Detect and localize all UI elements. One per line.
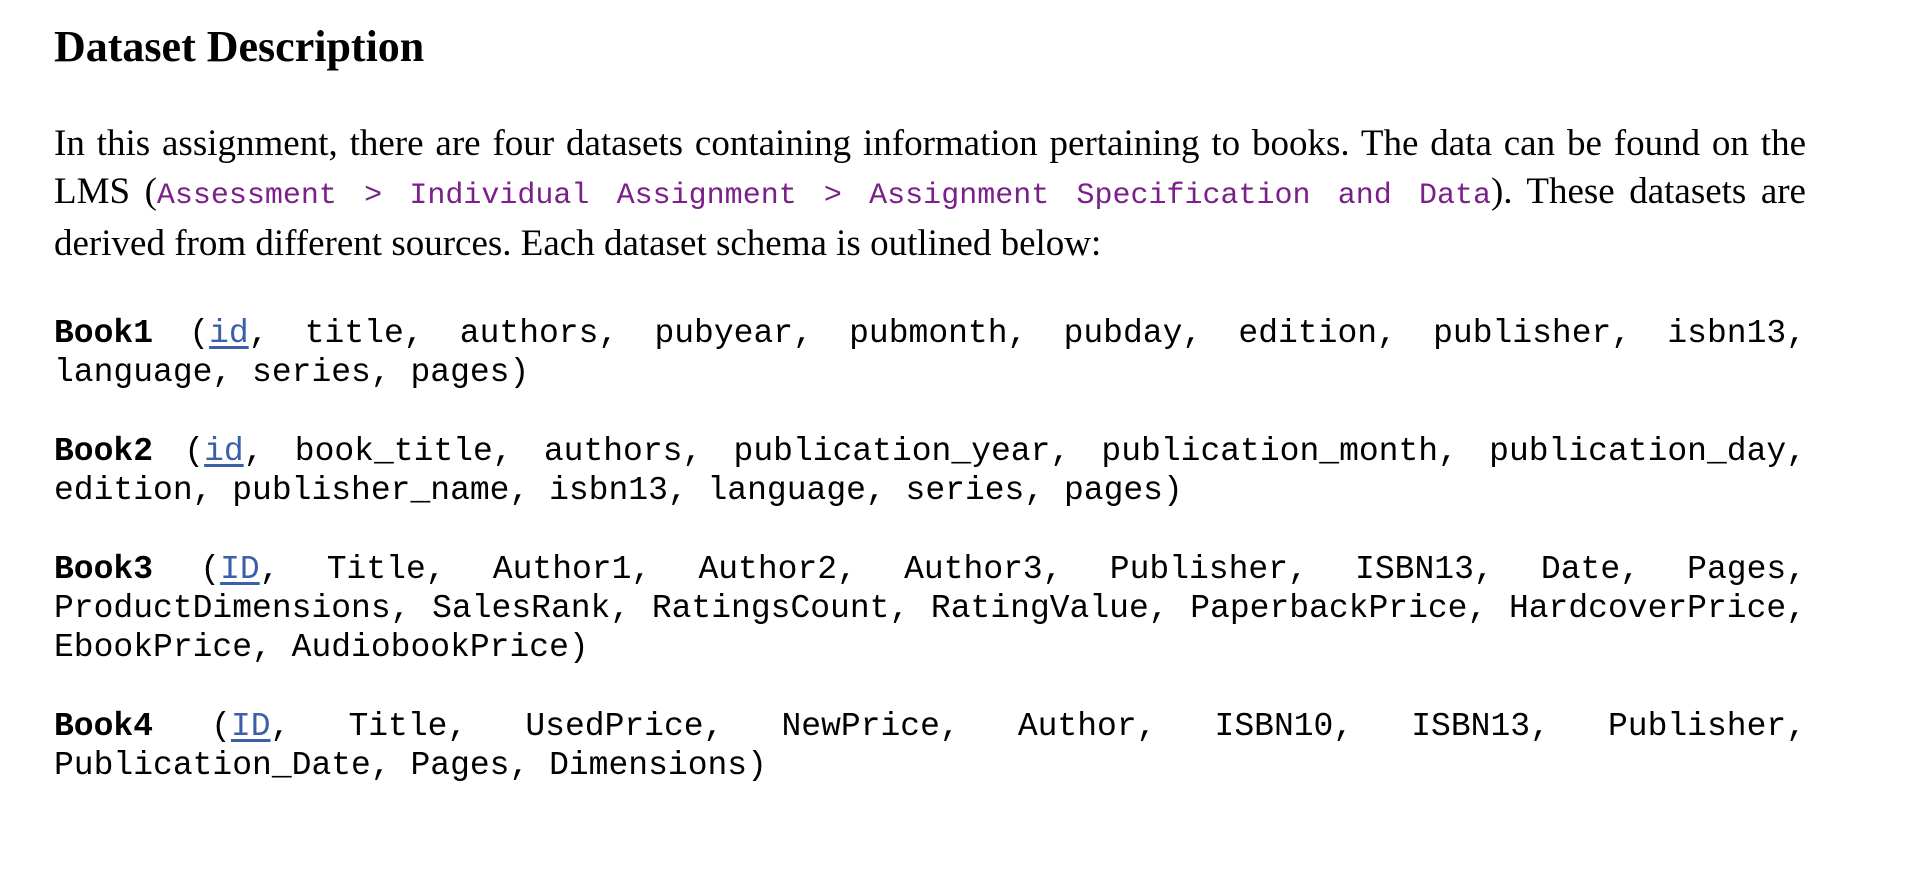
schema-fields: , Title, UsedPrice, NewPrice, Author, IS…: [54, 708, 1807, 784]
document-page: Dataset Description In this assignment, …: [54, 16, 1806, 825]
primary-key: ID: [220, 551, 260, 588]
schema-book1: Book1 (id, title, authors, pubyear, pubm…: [54, 315, 1806, 391]
primary-key: ID: [230, 708, 271, 745]
lms-path: Assessment > Individual Assignment > Ass…: [156, 179, 1491, 213]
schema-name: Book4: [54, 708, 154, 745]
schema-book3: Book3 (ID, Title, Author1, Author2, Auth…: [54, 551, 1806, 666]
schema-fields: , book_title, authors, publication_year,…: [54, 433, 1807, 509]
schema-book2: Book2 (id, book_title, authors, publicat…: [54, 433, 1807, 509]
schema-list: Book1 (id, title, authors, pubyear, pubm…: [54, 314, 1806, 785]
primary-key: id: [204, 433, 244, 470]
schema-name: Book1: [54, 315, 154, 352]
schema-fields: , Title, Author1, Author2, Author3, Publ…: [54, 551, 1806, 666]
schema-fields: , title, authors, pubyear, pubmonth, pub…: [54, 315, 1806, 391]
schema-name: Book2: [54, 433, 154, 470]
schema-book4: Book4 (ID, Title, UsedPrice, NewPrice, A…: [54, 708, 1807, 784]
intro-paragraph: In this assignment, there are four datas…: [54, 120, 1806, 268]
primary-key: id: [209, 315, 249, 352]
schema-name: Book3: [54, 551, 154, 588]
section-heading: Dataset Description: [54, 22, 425, 71]
